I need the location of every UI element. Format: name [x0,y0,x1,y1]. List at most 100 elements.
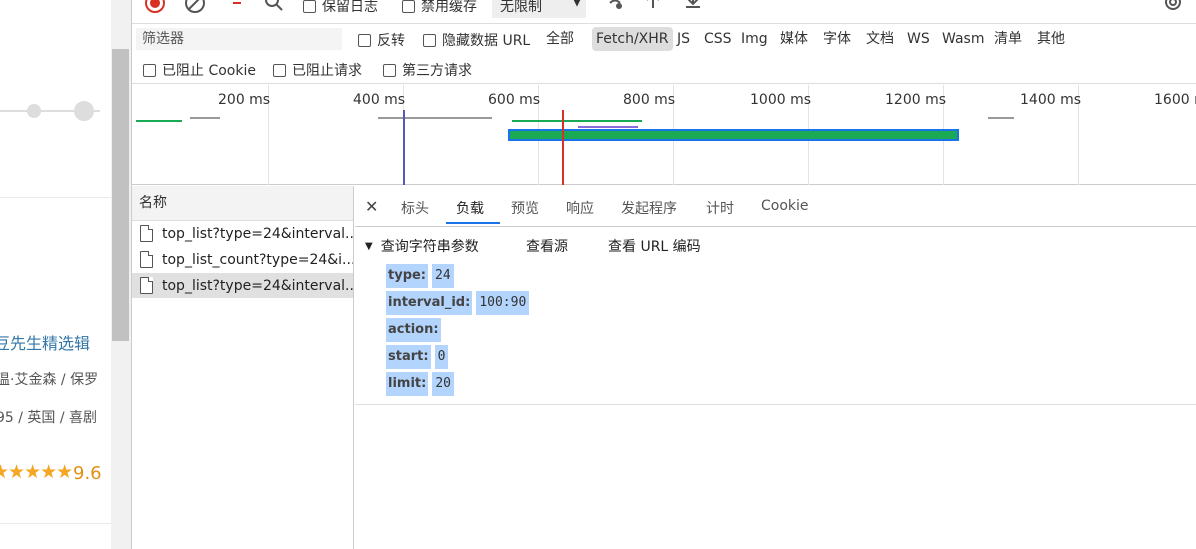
search-icon[interactable] [264,0,284,17]
blocked-cookies-label: 已阻止 Cookie [162,63,256,79]
request-details: ✕ 标头 负载 预览 响应 发起程序 计时 Cookie ▼ 查询字符串参数 查… [355,186,1196,549]
active-tab-indicator [446,222,500,224]
param-value [445,318,451,342]
filter-type-wasm[interactable]: Wasm [938,27,988,51]
invert-checkbox[interactable]: 反转 [358,30,405,50]
filter-input[interactable] [136,28,342,50]
filter-type-media[interactable]: 媒体 [776,27,812,51]
load-event-marker [562,110,564,185]
page-divider [0,523,111,524]
tab-initiator[interactable]: 发起程序 [621,198,677,218]
tick-label: 400 ms [353,92,406,108]
filter-type-fetch-xhr[interactable]: Fetch/XHR [592,27,673,51]
checkbox-box[interactable] [273,63,286,77]
filter-type-other[interactable]: 其他 [1033,27,1069,51]
request-bar [578,126,638,128]
preserve-log-checkbox[interactable]: 保留日志 [303,0,378,16]
filter-type-all[interactable]: 全部 [542,27,578,51]
checkbox-box[interactable] [303,0,316,13]
filter-bar: 反转 隐藏数据 URL 全部 Fetch/XHR JS CSS Img 媒体 字… [132,25,1196,54]
disable-cache-checkbox[interactable]: 禁用缓存 [402,0,477,16]
tick-label: 1600 ms [1154,92,1196,108]
param-row: limit: 20 [386,372,454,396]
tab-timing[interactable]: 计时 [706,198,734,218]
tab-headers[interactable]: 标头 [401,198,429,218]
tick-label: 1200 ms [885,92,947,108]
file-icon [140,251,153,268]
movie-title-link[interactable]: 豆先生精选辑 [0,330,90,354]
download-icon[interactable] [684,0,702,16]
tick-label: 1000 ms [750,92,812,108]
view-url-encoded-button[interactable]: 查看 URL 编码 [608,236,701,256]
checkbox-box[interactable] [358,33,371,47]
checkbox-box[interactable] [423,33,436,47]
request-row[interactable]: top_list?type=24&interval... [132,221,353,247]
param-key: interval_id: [386,291,473,315]
checkbox-box[interactable] [143,63,156,77]
tick-label: 600 ms [488,92,541,108]
request-bar [512,120,642,122]
tab-payload[interactable]: 负载 [456,198,484,218]
checkbox-box[interactable] [383,63,396,77]
request-bar [988,117,1014,119]
param-value: 100:90 [476,291,530,315]
blocked-requests-label: 已阻止请求 [292,63,362,79]
third-party-checkbox[interactable]: 第三方请求 [383,60,472,80]
blocked-requests-checkbox[interactable]: 已阻止请求 [273,60,362,80]
request-row[interactable]: top_list_count?type=24&i... [132,247,353,273]
filter-type-css[interactable]: CSS [700,27,736,51]
param-value: 20 [432,372,454,396]
blocked-cookies-checkbox[interactable]: 已阻止 Cookie [143,60,256,80]
third-party-label: 第三方请求 [402,63,472,79]
param-row: start: 0 [386,345,449,369]
page-scrollbar-thumb[interactable] [112,49,129,341]
tab-preview[interactable]: 预览 [511,198,539,218]
clear-icon[interactable] [184,0,206,19]
timeline-overview[interactable]: 200 ms 400 ms 600 ms 800 ms 1000 ms 1200… [132,85,1196,185]
param-row: action: [386,318,451,342]
request-bar [136,120,182,122]
disable-cache-label: 禁用缓存 [421,0,477,15]
filter-type-manifest[interactable]: 清单 [990,27,1026,51]
checkbox-box[interactable] [402,0,415,13]
filter-type-doc[interactable]: 文档 [862,27,898,51]
filter-type-js[interactable]: JS [673,27,694,51]
view-source-button[interactable]: 查看源 [526,236,568,256]
page-slider-dot[interactable] [27,104,41,118]
movie-meta: 95 / 英国 / 喜剧 [0,410,98,426]
section-title: 查询字符串参数 [380,239,479,255]
name-column-header[interactable]: 名称 [132,186,353,221]
network-conditions-icon[interactable] [604,0,626,16]
request-row-selected[interactable]: top_list?type=24&interval... [132,273,353,299]
record-stop-icon[interactable] [144,0,166,19]
upload-icon[interactable] [644,0,662,16]
hide-data-url-checkbox[interactable]: 隐藏数据 URL [423,30,530,50]
query-params-header[interactable]: ▼ 查询字符串参数 [365,236,479,256]
file-icon [140,277,153,294]
preserve-log-label: 保留日志 [322,0,378,15]
requests-list: 名称 top_list?type=24&interval... top_list… [132,186,354,549]
close-icon[interactable]: ✕ [365,197,378,216]
filter-type-font[interactable]: 字体 [819,27,855,51]
dom-content-loaded-marker [403,110,405,185]
web-page-area: 豆先生精选辑 温·艾金森 / 保罗 95 / 英国 / 喜剧 ★★★★★ 9.6 [0,0,111,549]
tab-cookies[interactable]: Cookie [761,198,809,214]
param-key: action: [386,318,441,342]
tick-label: 1400 ms [1020,92,1082,108]
throttling-value: 无限制 [500,0,542,15]
filter-type-ws[interactable]: WS [903,27,934,51]
param-key: limit: [386,372,429,396]
detail-tab-bar: ✕ 标头 负载 预览 响应 发起程序 计时 Cookie [355,186,1196,227]
request-name: top_list?type=24&interval... [162,278,353,294]
chevron-down-icon[interactable]: ▼ [572,0,582,9]
filter-icon[interactable] [227,0,247,17]
request-bar [190,117,220,119]
gear-icon[interactable] [1162,0,1184,18]
page-slider-handle[interactable] [74,101,94,121]
rating-score: 9.6 [73,463,102,484]
tab-response[interactable]: 响应 [566,198,594,218]
hide-data-url-label: 隐藏数据 URL [442,33,531,49]
filter-type-img[interactable]: Img [737,27,772,51]
devtools-network-panel: 保留日志 禁用缓存 无限制 ▼ 反转 隐藏数据 URL [131,0,1196,549]
filter-bar-secondary: 已阻止 Cookie 已阻止请求 第三方请求 [132,55,1196,84]
